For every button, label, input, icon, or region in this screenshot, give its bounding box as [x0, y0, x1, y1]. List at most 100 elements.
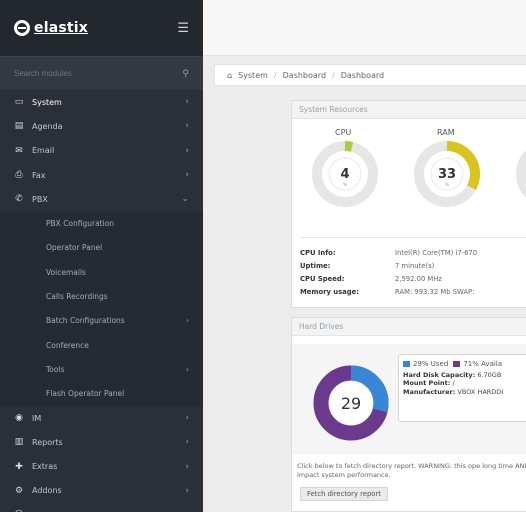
sidebar-item-extras[interactable]: ✚ Extras ›	[0, 454, 203, 478]
sidebar-item-email[interactable]: ✉ Email ›	[0, 139, 203, 163]
sidebar-subitem-label: Flash Operator Panel	[46, 389, 125, 399]
sidebar-subitem-conference[interactable]: Conference	[0, 332, 203, 358]
sidebar-item-label: System	[32, 97, 62, 107]
sidebar-item-label: Fax	[32, 170, 46, 180]
sidebar-subitem-voicemails[interactable]: Voicemails	[0, 260, 203, 285]
sidebar-subitem-pbx-configuration[interactable]: PBX Configuration	[0, 211, 203, 236]
top-header	[203, 0, 526, 56]
sidebar-subitem-label: PBX Configuration	[46, 219, 115, 229]
sidebar-subitem-flash-operator-panel[interactable]: Flash Operator Panel	[0, 381, 203, 406]
breadcrumb-current: Dashboard	[340, 70, 385, 80]
info-value: Intel(R) Core(TM) i7-670	[395, 249, 478, 257]
breadcrumb-separator: /	[332, 70, 335, 80]
sidebar-item-label: Email	[32, 146, 55, 156]
legend-used: 29% Used	[413, 360, 449, 368]
elastix-logo-icon	[14, 20, 30, 36]
directory-report-note: Click below to fetch directory report. W…	[297, 462, 526, 480]
home-icon[interactable]: ⌂	[227, 71, 232, 80]
disk-details: Hard Disk Capacity: 6.70GB Mount Point: …	[399, 368, 526, 396]
chevron-icon: ›	[185, 413, 189, 423]
chevron-icon: ›	[185, 437, 189, 448]
disk-donut: 29	[313, 365, 389, 441]
disk-legend-box: 29% Used 71% Availa Hard Disk Capacity: …	[398, 354, 526, 422]
chevron-icon: ›	[185, 97, 189, 108]
printer-icon: ⎙	[15, 170, 23, 181]
ram-unit: %	[445, 182, 450, 188]
legend-available: 71% Availa	[463, 360, 503, 368]
sidebar-item-content: ✆ PBX	[12, 194, 48, 204]
info-value: RAM: 993.32 Mb SWAP:	[395, 288, 475, 296]
sidebar-item-reports[interactable]: ▥ Reports ›	[0, 430, 203, 454]
breadcrumb-dashboard[interactable]: Dashboard	[283, 71, 326, 80]
sidebar-item-my-extension[interactable]: ☺My Extension›	[0, 503, 203, 512]
sidebar-subitem-label: Calls Recordings	[46, 292, 108, 302]
sidebar-subitem-label: Operator Panel	[46, 243, 103, 253]
sidebar-item-pbx[interactable]: ✆ PBX ⌄	[0, 187, 203, 211]
sidebar-item-content: ⚙ Addons	[12, 486, 62, 496]
sidebar-item-agenda[interactable]: ▤ Agenda ›	[0, 114, 203, 138]
sidebar-subitem-batch-configurations[interactable]: Batch Configurations ›	[0, 308, 203, 333]
sidebar-item-content: ⎙ Fax	[12, 170, 46, 181]
uptime-row: Uptime: 7 minute(s)	[300, 262, 434, 270]
info-key: CPU Info:	[300, 249, 336, 257]
chevron-icon: ⌄	[181, 194, 189, 205]
sidebar-item-system[interactable]: ▭ System ›	[0, 90, 203, 114]
breadcrumb-separator: /	[273, 70, 277, 80]
chart-icon: ▥	[14, 437, 24, 448]
sidebar-item-im[interactable]: ◉ IM ›	[0, 406, 203, 430]
chevron-icon: ›	[186, 316, 189, 326]
third-gauge-partial	[516, 150, 526, 198]
sidebar-subitem-label: Voicemails	[46, 267, 86, 277]
logo[interactable]: elastix	[14, 20, 88, 36]
chevron-icon: ›	[185, 145, 189, 156]
sidebar-item-fax[interactable]: ⎙ Fax ›	[0, 163, 203, 187]
info-key: Memory usage:	[300, 288, 359, 296]
chevron-icon: ›	[185, 121, 189, 132]
cpu-info-row: CPU Info: Intel(R) Core(TM) i7-670	[300, 249, 477, 257]
sidebar-item-label: PBX	[32, 194, 48, 204]
panel-title: System Resources	[292, 101, 526, 119]
search-icon[interactable]: ⚲	[182, 69, 189, 79]
sidebar-subitem-operator-panel[interactable]: Operator Panel	[0, 235, 203, 261]
chevron-icon: ›	[185, 461, 189, 472]
breadcrumb: ⌂ System / Dashboard / Dashboard	[214, 64, 526, 86]
capacity-row: Hard Disk Capacity: 6.70GB	[403, 371, 502, 379]
cpu-gauge: 4 %	[312, 141, 378, 207]
cpu-unit: %	[343, 182, 348, 188]
module-search: ⚲	[0, 56, 203, 90]
sidebar-item-addons[interactable]: ⚙ Addons ›	[0, 479, 203, 503]
chevron-icon: ›	[186, 364, 189, 374]
sidebar-item-content: ▤ Agenda	[12, 121, 63, 131]
info-key: Uptime:	[300, 262, 331, 270]
chevron-icon: ›	[185, 170, 189, 181]
chevron-icon: ›	[185, 485, 189, 496]
sidebar-item-label: IM	[32, 413, 42, 423]
sidebar-subitem-label: Tools	[46, 364, 65, 374]
mount-row: Mount Point: /	[403, 379, 455, 388]
menu-toggle-icon[interactable]: ☰	[177, 21, 189, 36]
cpu-label: CPU	[335, 128, 352, 137]
sidebar-item-content: ◉ IM	[12, 413, 41, 423]
sidebar-subitem-calls-recordings[interactable]: Calls Recordings	[0, 284, 203, 309]
search-input[interactable]	[14, 69, 154, 78]
sidebar-subitem-label: Batch Configurations	[46, 316, 125, 326]
cpu-speed-row: CPU Speed: 2,592.00 MHz	[300, 275, 442, 283]
sidebar-item-content: ✉ Email	[12, 146, 54, 156]
info-value: 7 minute(s)	[395, 262, 435, 270]
phone-icon: ✆	[15, 194, 23, 205]
sidebar-subitem-tools[interactable]: Tools ›	[0, 357, 203, 382]
sidebar-item-content: ▥ Reports	[12, 437, 63, 447]
envelope-icon: ✉	[15, 145, 23, 156]
gauges: 4 % 33 %	[312, 141, 526, 207]
chat-icon: ◉	[15, 413, 23, 423]
fetch-directory-report-button[interactable]: Fetch directory report	[300, 487, 388, 501]
sidebar-item-content: ▭ System	[12, 97, 62, 107]
breadcrumb-system[interactable]: System	[238, 71, 268, 80]
ram-gauge: 33 %	[414, 141, 480, 207]
sidebar-item-content: ✚ Extras	[12, 462, 57, 472]
disk-used-value: 29	[341, 394, 361, 413]
plus-icon: ✚	[15, 461, 23, 472]
divider	[300, 237, 526, 238]
info-key: CPU Speed:	[300, 275, 345, 283]
book-icon: ▤	[14, 121, 24, 132]
